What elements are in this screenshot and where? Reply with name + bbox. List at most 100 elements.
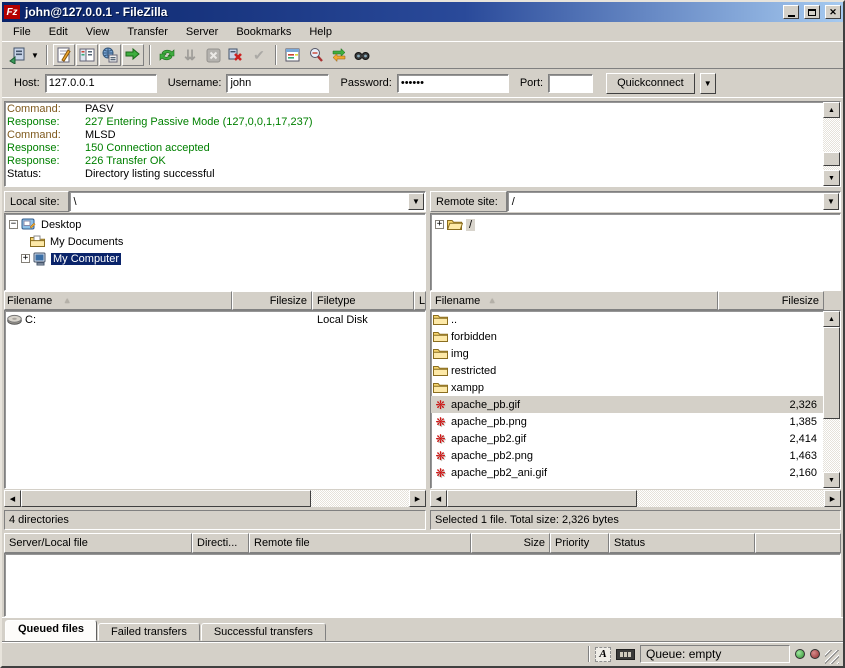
log-line: Command:PASV [7, 103, 821, 116]
transfer-type-ascii-icon[interactable]: A [595, 647, 611, 662]
remote-file-row[interactable]: ❋apache_pb2.png 1,463 [431, 447, 823, 464]
scrollbar-thumb[interactable] [21, 490, 311, 507]
site-manager-dropdown[interactable]: ▼ [29, 44, 41, 66]
expand-icon[interactable]: + [21, 254, 30, 263]
toggle-message-log-button[interactable] [53, 44, 75, 66]
filter-button[interactable] [282, 44, 304, 66]
synchronized-browsing-button[interactable] [328, 44, 350, 66]
toggle-transfer-queue-button[interactable] [122, 44, 144, 66]
remote-file-row[interactable]: forbidden [431, 328, 823, 345]
synchronized-browsing-icon [331, 47, 347, 63]
toggle-local-tree-button[interactable] [76, 44, 98, 66]
password-input[interactable] [397, 74, 509, 93]
tab-failed-transfers[interactable]: Failed transfers [98, 623, 200, 641]
file-search-button[interactable] [351, 44, 373, 66]
tree-item-label[interactable]: My Documents [48, 236, 125, 248]
column-header-size[interactable]: Size [471, 533, 550, 553]
port-input[interactable] [548, 74, 593, 93]
cancel-operation-button[interactable] [202, 44, 224, 66]
tree-item-my-computer[interactable]: + My Computer [5, 250, 425, 267]
log-vertical-scrollbar[interactable]: ▲ ▼ [823, 102, 840, 186]
process-queue-button[interactable]: ⇊ [179, 44, 201, 66]
username-input[interactable] [226, 74, 329, 93]
tab-successful-transfers[interactable]: Successful transfers [201, 623, 326, 641]
remote-file-row[interactable]: img [431, 345, 823, 362]
reconnect-button[interactable]: ✔ [248, 44, 270, 66]
remote-file-row[interactable]: .. [431, 311, 823, 328]
tree-item-label[interactable]: Desktop [39, 219, 83, 231]
toggle-remote-tree-icon [102, 47, 118, 63]
minimize-button[interactable] [783, 5, 799, 19]
file-name: apache_pb.gif [451, 399, 520, 411]
column-header-filetype[interactable]: Filetype [312, 291, 414, 310]
scrollbar-thumb[interactable] [823, 327, 840, 419]
column-header-filesize[interactable]: Filesize [718, 291, 824, 310]
local-status-text: 4 directories [9, 514, 69, 526]
tab-queued-files[interactable]: Queued files [5, 620, 97, 641]
dropdown-arrow-icon: ▼ [827, 197, 835, 206]
disconnect-button[interactable] [225, 44, 247, 66]
column-header-last-modified[interactable]: L [414, 291, 426, 310]
scrollbar-thumb[interactable] [447, 490, 637, 507]
scrollbar-thumb[interactable] [823, 152, 840, 166]
scroll-right-button[interactable]: ▶ [409, 490, 426, 507]
arrow-down-icon: ▼ [828, 175, 835, 182]
file-name: apache_pb2.png [451, 450, 533, 462]
toggle-remote-tree-button[interactable] [99, 44, 121, 66]
column-header-filename[interactable]: Filename ▲ [4, 291, 232, 310]
tree-item-label[interactable]: My Computer [51, 253, 121, 265]
scroll-up-button[interactable]: ▲ [823, 102, 840, 118]
column-header-direction[interactable]: Directi... [192, 533, 249, 553]
quickconnect-dropdown[interactable]: ▼ [700, 73, 716, 94]
remote-horizontal-scrollbar[interactable]: ◀ ▶ [430, 490, 841, 507]
menu-server[interactable]: Server [177, 24, 227, 40]
remote-file-row[interactable]: ❋apache_pb.png 1,385 [431, 413, 823, 430]
menu-view[interactable]: View [77, 24, 119, 40]
local-file-row-c-drive[interactable]: C: Local Disk [5, 311, 425, 328]
menu-transfer[interactable]: Transfer [118, 24, 177, 40]
maximize-button[interactable] [804, 5, 820, 19]
remote-file-row[interactable]: xampp [431, 379, 823, 396]
local-site-combo[interactable]: \ ▼ [69, 191, 426, 212]
host-input[interactable] [45, 74, 157, 93]
speed-limit-indicator-icon[interactable] [616, 649, 635, 660]
column-header-server-local-file[interactable]: Server/Local file [4, 533, 192, 553]
close-button[interactable]: ✕ [825, 5, 841, 19]
expand-icon[interactable]: + [435, 220, 444, 229]
site-manager-button[interactable] [6, 44, 28, 66]
tree-item-label[interactable]: / [466, 219, 475, 231]
scroll-left-button[interactable]: ◀ [430, 490, 447, 507]
resize-grip[interactable] [825, 650, 839, 664]
remote-file-row[interactable]: ❋apache_pb2.gif 2,414 [431, 430, 823, 447]
remote-site-dropdown[interactable]: ▼ [823, 193, 839, 210]
scroll-down-button[interactable]: ▼ [823, 472, 840, 488]
scroll-right-button[interactable]: ▶ [824, 490, 841, 507]
remote-vertical-scrollbar[interactable]: ▲ ▼ [823, 311, 840, 488]
remote-file-row[interactable]: restricted [431, 362, 823, 379]
column-header-filesize[interactable]: Filesize [232, 291, 312, 310]
directory-comparison-button[interactable] [305, 44, 327, 66]
tree-item-root[interactable]: + / [431, 216, 840, 233]
remote-site-combo[interactable]: / ▼ [507, 191, 841, 212]
menu-bookmarks[interactable]: Bookmarks [227, 24, 300, 40]
column-header-status[interactable]: Status [609, 533, 755, 553]
menu-help[interactable]: Help [300, 24, 341, 40]
scroll-left-button[interactable]: ◀ [4, 490, 21, 507]
remote-file-row-selected[interactable]: ❋apache_pb.gif 2,326 [431, 396, 823, 413]
toolbar: ▼ ⇊ ✔ [2, 42, 843, 69]
menu-file[interactable]: File [4, 24, 40, 40]
menu-edit[interactable]: Edit [40, 24, 77, 40]
column-header-remote-file[interactable]: Remote file [249, 533, 471, 553]
collapse-icon[interactable]: − [9, 220, 18, 229]
scroll-up-button[interactable]: ▲ [823, 311, 840, 327]
local-site-dropdown[interactable]: ▼ [408, 193, 424, 210]
tree-item-desktop[interactable]: − Desktop [5, 216, 425, 233]
remote-file-row[interactable]: ❋apache_pb2_ani.gif 2,160 [431, 464, 823, 481]
local-horizontal-scrollbar[interactable]: ◀ ▶ [4, 490, 426, 507]
column-header-priority[interactable]: Priority [550, 533, 609, 553]
quickconnect-button[interactable]: Quickconnect [606, 73, 695, 94]
refresh-button[interactable] [156, 44, 178, 66]
scroll-down-button[interactable]: ▼ [823, 170, 840, 186]
tree-item-my-documents[interactable]: My Documents [5, 233, 425, 250]
column-header-filename[interactable]: Filename ▲ [430, 291, 718, 310]
